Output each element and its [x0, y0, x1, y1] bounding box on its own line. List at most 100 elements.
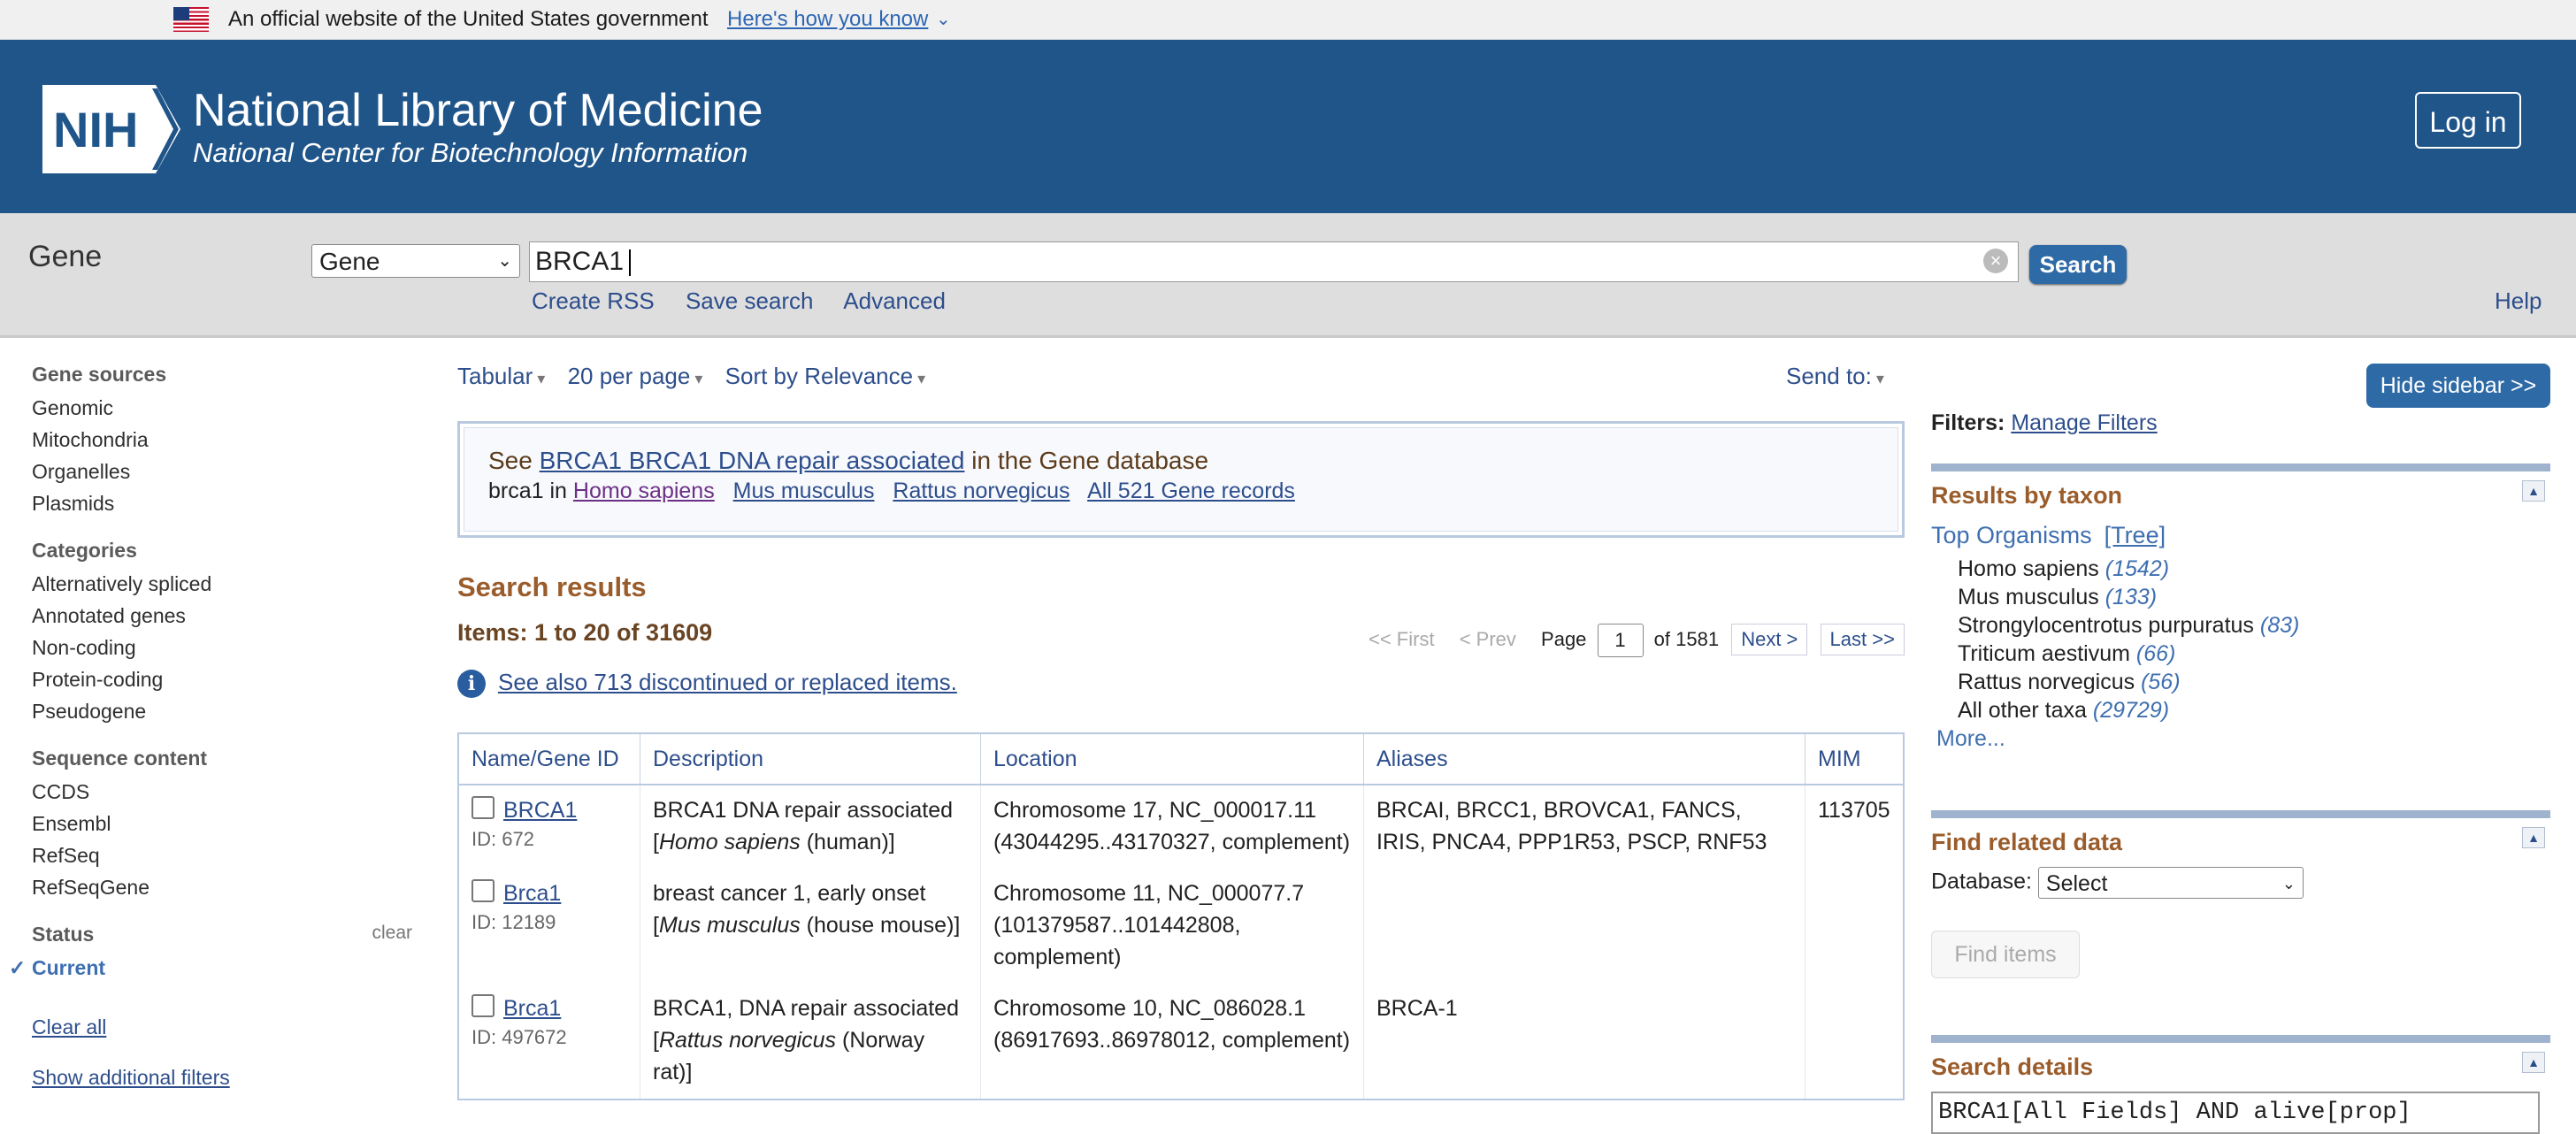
- clear-search-icon[interactable]: ×: [1983, 249, 2008, 273]
- items-count: Items: 1 to 20 of 31609: [457, 619, 713, 646]
- filter-annotated-genes[interactable]: Annotated genes: [32, 600, 412, 632]
- col-header-description[interactable]: Description: [640, 733, 981, 785]
- last-page-button[interactable]: Last >>: [1820, 624, 1905, 655]
- search-details-query[interactable]: BRCA1[All Fields] AND alive[prop]: [1931, 1092, 2540, 1134]
- top-organisms: Top Organisms [Tree]: [1931, 522, 2550, 549]
- help-link[interactable]: Help: [2495, 287, 2542, 315]
- collapse-icon[interactable]: ▲: [2522, 1052, 2545, 1073]
- nih-logo[interactable]: NIH: [42, 85, 180, 178]
- per-page-dropdown[interactable]: 20 per page: [568, 363, 703, 389]
- col-header-location[interactable]: Location: [980, 733, 1364, 785]
- search-input[interactable]: BRCA1: [529, 241, 2019, 282]
- gene-id: ID: 12189: [472, 911, 556, 933]
- gene-name-link[interactable]: BRCA1: [503, 798, 577, 823]
- filter-group-gene-sources: Gene sources Genomic Mitochondria Organe…: [32, 363, 412, 519]
- search-sublinks: Create RSS Save search Advanced: [532, 287, 970, 315]
- table-row: BRCA1 ID: 672 BRCA1 DNA repair associate…: [458, 785, 1905, 869]
- clear-all-filters-link[interactable]: Clear all: [32, 1015, 412, 1039]
- send-to-dropdown[interactable]: Send to:: [1786, 363, 1884, 390]
- filter-non-coding[interactable]: Non-coding: [32, 632, 412, 663]
- filter-alternatively-spliced[interactable]: Alternatively spliced: [32, 568, 412, 600]
- all-gene-records-link[interactable]: All 521 Gene records: [1087, 479, 1295, 503]
- list-item[interactable]: Homo sapiens (1542): [1958, 555, 2550, 583]
- row-checkbox[interactable]: [472, 879, 494, 903]
- gene-name-link[interactable]: Brca1: [503, 996, 561, 1021]
- filter-ccds[interactable]: CCDS: [32, 776, 412, 808]
- gene-id: ID: 497672: [472, 1026, 567, 1048]
- gene-id: ID: 672: [472, 828, 534, 850]
- filter-ensembl[interactable]: Ensembl: [32, 808, 412, 839]
- results-toolbar: Tabular 20 per page Sort by Relevance: [457, 363, 941, 390]
- name-cell: Brca1 ID: 12189: [458, 869, 640, 984]
- filter-refseq[interactable]: RefSeq: [32, 839, 412, 871]
- page-number-input[interactable]: 1: [1597, 624, 1644, 658]
- row-checkbox[interactable]: [472, 796, 494, 820]
- show-additional-filters-link[interactable]: Show additional filters: [32, 1066, 412, 1090]
- gene-name-link[interactable]: Brca1: [503, 881, 561, 906]
- next-page-button[interactable]: Next >: [1731, 624, 1808, 655]
- organism-link-homo-sapiens[interactable]: Homo sapiens: [573, 479, 715, 503]
- related-database-select[interactable]: Select ⌄: [2037, 867, 2304, 899]
- prev-page-link[interactable]: < Prev: [1460, 628, 1516, 650]
- chevron-down-icon[interactable]: ⌄: [936, 7, 951, 32]
- list-item[interactable]: Mus musculus (133): [1958, 583, 2550, 611]
- filter-group-categories: Categories Alternatively spliced Annotat…: [32, 539, 412, 727]
- search-button[interactable]: Search: [2029, 245, 2127, 284]
- filter-organelles[interactable]: Organelles: [32, 456, 412, 487]
- format-dropdown[interactable]: Tabular: [457, 363, 545, 389]
- filters-label: Filters:: [1931, 410, 2005, 435]
- collapse-icon[interactable]: ▲: [2522, 480, 2545, 502]
- col-header-aliases[interactable]: Aliases: [1363, 733, 1806, 785]
- sort-dropdown[interactable]: Sort by Relevance: [725, 363, 926, 389]
- organism-link-rattus-norvegicus[interactable]: Rattus norvegicus: [893, 479, 1070, 503]
- row-checkbox[interactable]: [472, 994, 494, 1018]
- login-button[interactable]: Log in: [2415, 92, 2521, 149]
- site-title[interactable]: National Library of Medicine: [193, 84, 763, 137]
- filter-current[interactable]: Current: [9, 952, 412, 984]
- col-header-name[interactable]: Name/Gene ID: [458, 733, 640, 785]
- list-item[interactable]: Strongylocentrotus purpuratus (83): [1958, 611, 2550, 640]
- table-header-row: Name/Gene ID Description Location Aliase…: [458, 733, 1905, 785]
- filter-mitochondria[interactable]: Mitochondria: [32, 424, 412, 456]
- aliases-cell: [1363, 869, 1806, 984]
- see-also-notice: i See also 713 discontinued or replaced i…: [457, 669, 957, 699]
- gene-record-link[interactable]: BRCA1 BRCA1 DNA repair associated: [540, 447, 965, 474]
- create-rss-link[interactable]: Create RSS: [532, 287, 655, 314]
- heres-how-you-know-link[interactable]: Here's how you know: [727, 7, 928, 32]
- taxonomy-tree-link[interactable]: [Tree]: [2104, 522, 2166, 548]
- us-flag-icon: [173, 7, 209, 32]
- col-header-mim[interactable]: MIM: [1805, 733, 1905, 785]
- more-organisms-link[interactable]: More...: [1936, 726, 2550, 752]
- location-cell: Chromosome 11, NC_000077.7 (101379587..1…: [980, 869, 1364, 984]
- filter-group-status: Status clear Current: [9, 923, 412, 984]
- sensor-line-1: See BRCA1 BRCA1 DNA repair associated in…: [488, 447, 1209, 474]
- info-icon: i: [457, 670, 486, 699]
- database-select[interactable]: Gene ⌄: [311, 244, 520, 278]
- database-row: Database: Select ⌄: [1931, 867, 2550, 899]
- list-item[interactable]: Triticum aestivum (66): [1958, 640, 2550, 668]
- list-item[interactable]: All other taxa (29729): [1958, 696, 2550, 724]
- database-label: Database:: [1931, 869, 2032, 894]
- mim-cell: 113705: [1805, 785, 1905, 869]
- table-row: Brca1 ID: 497672 BRCA1, DNA repair assoc…: [458, 984, 1905, 1100]
- filter-genomic[interactable]: Genomic: [32, 392, 412, 424]
- save-search-link[interactable]: Save search: [686, 287, 814, 314]
- filter-pseudogene[interactable]: Pseudogene: [32, 695, 412, 727]
- filter-refseqgene[interactable]: RefSeqGene: [32, 871, 412, 903]
- filter-protein-coding[interactable]: Protein-coding: [32, 663, 412, 695]
- collapse-icon[interactable]: ▲: [2522, 827, 2545, 848]
- discontinued-items-link[interactable]: See also 713 discontinued or replaced it…: [498, 669, 957, 695]
- hide-sidebar-button[interactable]: Hide sidebar >>: [2366, 364, 2550, 408]
- top-organisms-label: Top Organisms: [1931, 522, 2092, 548]
- advanced-search-link[interactable]: Advanced: [843, 287, 946, 314]
- filter-plasmids[interactable]: Plasmids: [32, 487, 412, 519]
- manage-filters-link[interactable]: Manage Filters: [2011, 410, 2157, 435]
- list-item[interactable]: Rattus norvegicus (56): [1958, 668, 2550, 696]
- first-page-link[interactable]: << First: [1368, 628, 1435, 650]
- find-items-button[interactable]: Find items: [1931, 931, 2080, 978]
- mim-cell: [1805, 984, 1905, 1100]
- name-cell: BRCA1 ID: 672: [458, 785, 640, 869]
- database-name: Gene: [28, 240, 103, 273]
- clear-status-filter-link[interactable]: clear: [372, 923, 412, 944]
- organism-link-mus-musculus[interactable]: Mus musculus: [733, 479, 875, 503]
